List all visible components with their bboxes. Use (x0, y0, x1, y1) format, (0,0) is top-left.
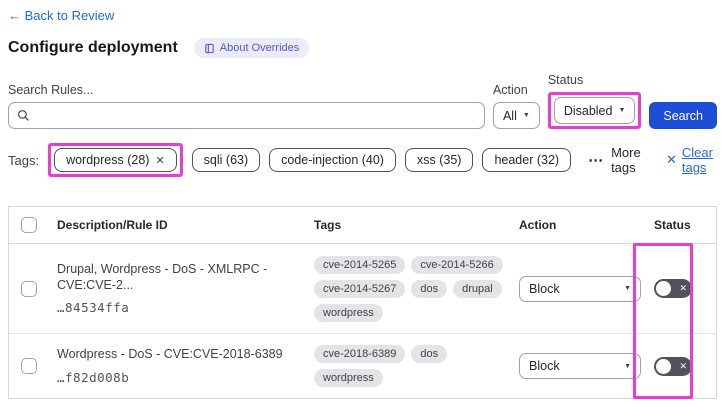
status-filter-group: Status Disabled ▼ (547, 73, 642, 129)
rule-tags: cve-2014-5265 cve-2014-5266 cve-2014-5267 d… (306, 255, 511, 322)
tags-bar: Tags: wordpress (28) ✕ sqli (63) code-inj… (8, 143, 717, 177)
tags-label: Tags: (8, 152, 40, 168)
about-overrides-label: About Overrides (219, 42, 300, 54)
toggle-x-icon: ✕ (679, 283, 687, 293)
column-header-status: Status (654, 218, 691, 232)
action-select[interactable]: Block ▼ (519, 353, 641, 379)
status-filter-label: Status (547, 73, 584, 87)
chevron-down-icon: ▼ (522, 112, 530, 119)
ellipsis-icon: ⋯ (588, 152, 605, 169)
toggle-knob (656, 281, 671, 296)
column-header-tags: Tags (314, 218, 342, 232)
table-row: Wordpress - DoS - CVE:CVE-2018-6389 …f82… (9, 334, 716, 398)
tag-filter-pill[interactable]: code-injection (40) (269, 148, 396, 172)
rule-tag-pill: wordpress (314, 369, 383, 387)
table-body: Drupal, Wordpress - DoS - XMLRPC - CVE:C… (9, 244, 716, 398)
chevron-down-icon: ▼ (624, 285, 631, 292)
toggle-x-icon: ✕ (679, 360, 687, 371)
chevron-down-icon: ▼ (624, 362, 631, 370)
filter-bar: Search Rules... Action All ▼ Status Disa… (8, 73, 717, 129)
rule-tags: cve-2018-6389 dos wordpress (306, 345, 511, 387)
remove-tag-icon[interactable]: ✕ (155, 154, 164, 167)
column-header-action: Action (519, 218, 557, 232)
clear-x-icon: ✕ (665, 152, 677, 167)
rule-description: Wordpress - DoS - CVE:CVE-2018-6389 (57, 347, 283, 362)
tag-filter-pill[interactable]: xss (35) (404, 148, 474, 172)
action-filter-value: All (502, 108, 517, 123)
toggle-knob (656, 358, 671, 374)
select-all-checkbox[interactable] (21, 217, 37, 233)
clear-tags-button[interactable]: ✕ Clear tags (666, 145, 717, 175)
rule-tag-pill: dos (411, 345, 448, 363)
rule-tag-pill: cve-2014-5267 (314, 279, 406, 298)
search-icon (17, 109, 30, 122)
row-checkbox[interactable] (21, 358, 37, 374)
status-toggle[interactable]: ✕ (654, 279, 692, 298)
tag-filter-list: sqli (63) code-injection (40) xss (35) head… (191, 148, 572, 172)
more-tags-label: More tags (611, 145, 641, 175)
column-header-description: Description/Rule ID (57, 218, 168, 232)
book-icon (204, 43, 215, 54)
more-tags-button[interactable]: ⋯ More tags (588, 145, 643, 175)
configure-deployment-page: ← Back to Review Configure deployment Ab… (0, 0, 725, 399)
selected-tag-annotation: wordpress (28) ✕ (48, 143, 183, 177)
search-input[interactable] (8, 102, 485, 129)
status-filter-value: Disabled (563, 103, 613, 118)
rule-id: …84534ffa (57, 300, 130, 316)
table-header: Description/Rule ID Tags Action Status (9, 207, 716, 244)
tag-filter-pill[interactable]: sqli (63) (191, 148, 261, 172)
search-button[interactable]: Search (649, 102, 717, 129)
rules-table: Description/Rule ID Tags Action Status D… (8, 206, 717, 399)
rule-tag-pill: cve-2018-6389 (314, 345, 406, 363)
row-checkbox[interactable] (21, 280, 37, 297)
tag-filter-pill[interactable]: header (32) (482, 148, 572, 172)
rule-tag-pill: cve-2014-5266 (411, 255, 503, 274)
search-rules-label: Search Rules... (8, 83, 94, 97)
back-to-review-link[interactable]: ← Back to Review (8, 8, 114, 23)
rule-id: …f82d008b (57, 369, 130, 385)
about-overrides-badge[interactable]: About Overrides (193, 38, 310, 58)
action-filter-label: Action (492, 83, 528, 97)
tag-filter-pill-selected[interactable]: wordpress (28) ✕ (54, 148, 177, 172)
clear-tags-label: Clear tags (681, 145, 713, 175)
table-row: Drupal, Wordpress - DoS - XMLRPC - CVE:C… (9, 244, 716, 334)
action-filter-select[interactable]: All ▼ (492, 102, 540, 129)
rule-description: Drupal, Wordpress - DoS - XMLRPC - CVE:C… (57, 261, 268, 292)
rule-tag-pill: dos (411, 279, 448, 298)
title-row: Configure deployment About Overrides (8, 38, 717, 58)
status-filter-select[interactable]: Disabled ▼ (553, 97, 636, 124)
status-toggle[interactable]: ✕ (654, 356, 692, 376)
rule-tag-pill: wordpress (314, 303, 383, 322)
chevron-down-icon: ▼ (618, 107, 626, 114)
status-filter-annotation: Disabled ▼ (547, 92, 642, 129)
page-title: Configure deployment (8, 39, 178, 56)
rule-tag-pill: cve-2014-5265 (314, 255, 406, 274)
action-select[interactable]: Block ▼ (519, 275, 641, 302)
selected-tag-label: wordpress (28) (66, 153, 150, 167)
rule-tag-pill: drupal (453, 279, 502, 298)
action-filter-group: Action All ▼ (492, 83, 540, 129)
